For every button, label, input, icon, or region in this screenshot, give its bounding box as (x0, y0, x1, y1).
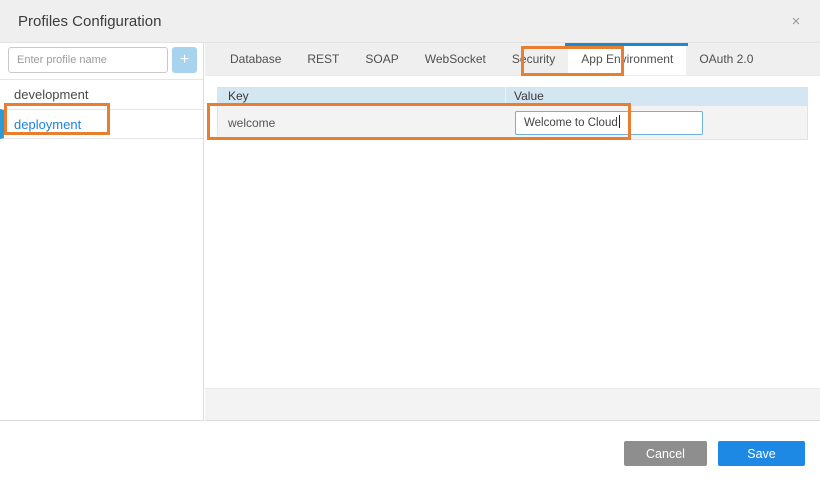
panel-footer-strip (205, 388, 820, 420)
profile-list: development deployment (0, 79, 203, 139)
profile-entry-bar: + (8, 47, 197, 74)
key-cell: welcome (218, 116, 505, 130)
tab-soap[interactable]: SOAP (352, 43, 411, 75)
profile-item-deployment[interactable]: deployment (0, 109, 203, 139)
profile-item-development[interactable]: development (0, 79, 203, 109)
tab-security[interactable]: Security (499, 43, 568, 75)
tab-app-environment[interactable]: App Environment (568, 43, 686, 75)
table-header-row: Key Value (217, 87, 808, 106)
cancel-button[interactable]: Cancel (624, 441, 707, 466)
value-cell: Welcome to Cloud (505, 106, 807, 139)
column-header-key: Key (217, 87, 505, 106)
title-bar: Profiles Configuration × (0, 0, 820, 43)
tab-oauth-2-0[interactable]: OAuth 2.0 (686, 43, 766, 75)
app-environment-table: Key Value welcome Welcome to Cloud (217, 87, 808, 140)
column-header-value: Value (505, 87, 808, 106)
profile-name-input[interactable] (8, 47, 168, 73)
tab-database[interactable]: Database (217, 43, 294, 75)
profiles-configuration-dialog: Profiles Configuration × + development d… (0, 0, 820, 482)
tab-websocket[interactable]: WebSocket (412, 43, 499, 75)
value-input-text: Welcome to Cloud (524, 117, 618, 129)
dialog-footer: Cancel Save (0, 421, 820, 482)
dialog-title: Profiles Configuration (18, 0, 161, 43)
value-input[interactable]: Welcome to Cloud (515, 111, 703, 135)
save-button[interactable]: Save (718, 441, 805, 466)
close-icon[interactable]: × (784, 0, 808, 43)
profiles-sidebar: + development deployment (0, 43, 204, 421)
add-profile-button[interactable]: + (172, 47, 197, 73)
tab-rest[interactable]: REST (294, 43, 352, 75)
tab-bar: Database REST SOAP WebSocket Security Ap… (205, 43, 820, 76)
profile-detail-panel: Database REST SOAP WebSocket Security Ap… (205, 43, 820, 421)
table-row: welcome Welcome to Cloud (217, 106, 808, 140)
text-caret (619, 115, 620, 128)
